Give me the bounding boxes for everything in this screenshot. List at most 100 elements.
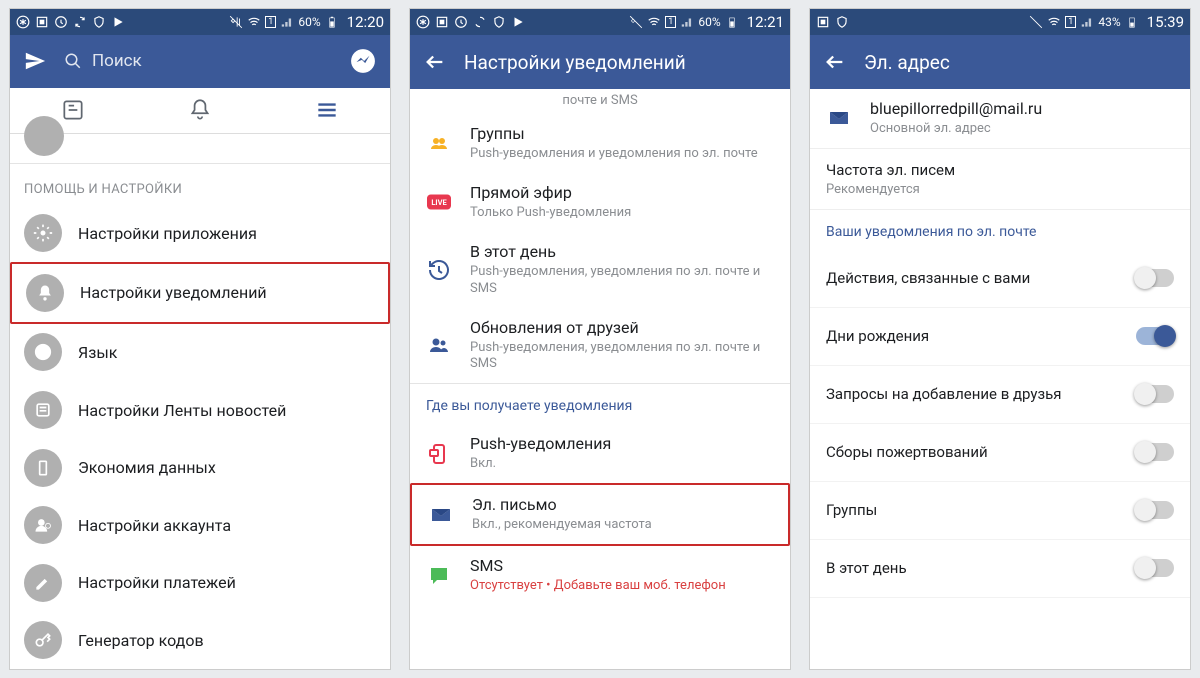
switch[interactable] xyxy=(1136,443,1174,461)
settings-item-app[interactable]: Настройки приложения xyxy=(10,205,390,263)
battery-pct: 60% xyxy=(698,15,720,29)
section-header: ПОМОЩЬ И НАСТРОЙКИ xyxy=(10,164,390,205)
globe-icon xyxy=(24,333,62,371)
toggle-birthdays[interactable]: Дни рождения xyxy=(810,308,1190,366)
mail-icon xyxy=(426,503,456,527)
search-icon xyxy=(64,52,82,70)
appbar-email: Эл. адрес xyxy=(810,35,1190,89)
phone-icon xyxy=(24,449,62,487)
tab-notifications-icon[interactable] xyxy=(187,97,213,123)
bell-icon xyxy=(26,274,64,312)
status-bar: 1 43% 15:39 xyxy=(810,9,1190,35)
status-bar: 1 60% 12:20 xyxy=(10,9,390,35)
search-input[interactable]: Поиск xyxy=(64,51,332,71)
phone-screen-2: 1 60% 12:21 Настройки уведомлений почте … xyxy=(409,8,791,670)
shield-icon xyxy=(492,15,506,29)
settings-item-datasaver[interactable]: Экономия данных xyxy=(10,439,390,497)
send-icon[interactable] xyxy=(24,50,46,72)
toggle-fundraisers[interactable]: Сборы пожертвований xyxy=(810,424,1190,482)
email-row[interactable]: bluepillorredpill@mail.ruОсновной эл. ад… xyxy=(810,89,1190,148)
settings-item-notifications[interactable]: Настройки уведомлений xyxy=(10,262,390,324)
battery-pct: 43% xyxy=(1098,15,1120,29)
toggle-onthisday[interactable]: В этот день xyxy=(810,540,1190,598)
back-icon[interactable] xyxy=(824,51,846,73)
signal-icon xyxy=(1080,15,1094,29)
channel-push[interactable]: Push-уведомленияВкл. xyxy=(410,424,790,483)
vibrate-icon xyxy=(1029,15,1043,29)
settings-item-language[interactable]: Язык xyxy=(10,324,390,382)
gear-icon xyxy=(24,214,62,252)
settings-item-newsfeed[interactable]: Настройки Ленты новостей xyxy=(10,381,390,439)
sms-icon xyxy=(424,564,454,588)
appbar-notifications: Настройки уведомлений xyxy=(410,35,790,89)
push-icon xyxy=(424,442,454,466)
notif-item-onthisday[interactable]: В этот деньPush-уведомления, уведомления… xyxy=(410,232,790,308)
live-icon: LIVE xyxy=(424,190,454,214)
svg-text:LIVE: LIVE xyxy=(431,198,447,207)
clock-text: 12:20 xyxy=(347,13,384,31)
phone-screen-3: 1 43% 15:39 Эл. адрес bluepillorredpill@… xyxy=(809,8,1191,670)
toggle-actions[interactable]: Действия, связанные с вами xyxy=(810,250,1190,308)
key-icon xyxy=(24,621,62,659)
appbar-search: Поиск xyxy=(10,35,390,88)
friends-icon xyxy=(424,333,454,357)
phone-screen-1: 1 60% 12:20 Поиск ПОМОЩЬ И НАСТРОЙКИ Нас… xyxy=(9,8,391,670)
status-bar: 1 60% 12:21 xyxy=(410,9,790,35)
signal-icon xyxy=(680,15,694,29)
tab-menu-icon[interactable] xyxy=(314,97,340,123)
asterisk-icon xyxy=(416,15,430,29)
mail-icon xyxy=(824,106,854,130)
switch[interactable] xyxy=(1136,385,1174,403)
battery-icon xyxy=(325,15,339,29)
battery-pct: 60% xyxy=(298,15,320,29)
history-icon xyxy=(424,258,454,282)
notif-item-groups[interactable]: ГруппыPush-уведомления и уведомления по … xyxy=(410,114,790,173)
sync-icon xyxy=(473,15,487,29)
screenshot-icon xyxy=(816,15,830,29)
wifi-icon xyxy=(247,15,261,29)
switch[interactable] xyxy=(1136,269,1174,287)
play-icon xyxy=(111,15,125,29)
asterisk-icon xyxy=(16,15,30,29)
page-title: Настройки уведомлений xyxy=(464,51,686,74)
notif-item-live[interactable]: LIVE Прямой эфирТолько Push-уведомления xyxy=(410,173,790,232)
vibrate-icon xyxy=(629,15,643,29)
settings-item-account[interactable]: Настройки аккаунта xyxy=(10,496,390,554)
clock-text: 15:39 xyxy=(1147,13,1184,31)
back-icon[interactable] xyxy=(424,51,446,73)
channel-email[interactable]: Эл. письмоВкл., рекомендуемая частота xyxy=(410,483,790,546)
clock-icon xyxy=(454,15,468,29)
notif-item-friends[interactable]: Обновления от друзейPush-уведомления, ув… xyxy=(410,308,790,384)
settings-item-codegen[interactable]: Генератор кодов xyxy=(10,611,390,669)
switch[interactable] xyxy=(1136,501,1174,519)
messenger-icon[interactable] xyxy=(350,48,376,74)
toggle-friendreq[interactable]: Запросы на добавление в друзья xyxy=(810,366,1190,424)
groups-icon xyxy=(424,131,454,155)
sim-icon: 1 xyxy=(665,16,676,28)
battery-icon xyxy=(725,15,739,29)
clock-icon xyxy=(54,15,68,29)
sim-icon: 1 xyxy=(1065,16,1076,28)
tab-row xyxy=(10,88,390,133)
frequency-row[interactable]: Частота эл. писем Рекомендуется xyxy=(810,148,1190,210)
sync-icon xyxy=(73,15,87,29)
play-icon xyxy=(511,15,525,29)
clock-text: 12:21 xyxy=(747,13,784,31)
section-where: Где вы получаете уведомления xyxy=(410,383,790,424)
switch[interactable] xyxy=(1136,559,1174,577)
vibrate-icon xyxy=(229,15,243,29)
battery-icon xyxy=(1125,15,1139,29)
toggle-groups[interactable]: Группы xyxy=(810,482,1190,540)
partial-text: почте и SMS xyxy=(410,89,790,114)
settings-item-payments[interactable]: Настройки платежей xyxy=(10,554,390,612)
shield-icon xyxy=(92,15,106,29)
pencil-icon xyxy=(24,564,62,602)
switch[interactable] xyxy=(1136,327,1174,345)
screenshot-icon xyxy=(35,15,49,29)
channel-sms[interactable]: SMSОтсутствует • Добавьте ваш моб. телеф… xyxy=(410,546,790,605)
avatar[interactable] xyxy=(24,116,64,156)
wifi-icon xyxy=(1047,15,1061,29)
wifi-icon xyxy=(647,15,661,29)
tab-feed-icon[interactable] xyxy=(60,97,86,123)
screenshot-icon xyxy=(435,15,449,29)
